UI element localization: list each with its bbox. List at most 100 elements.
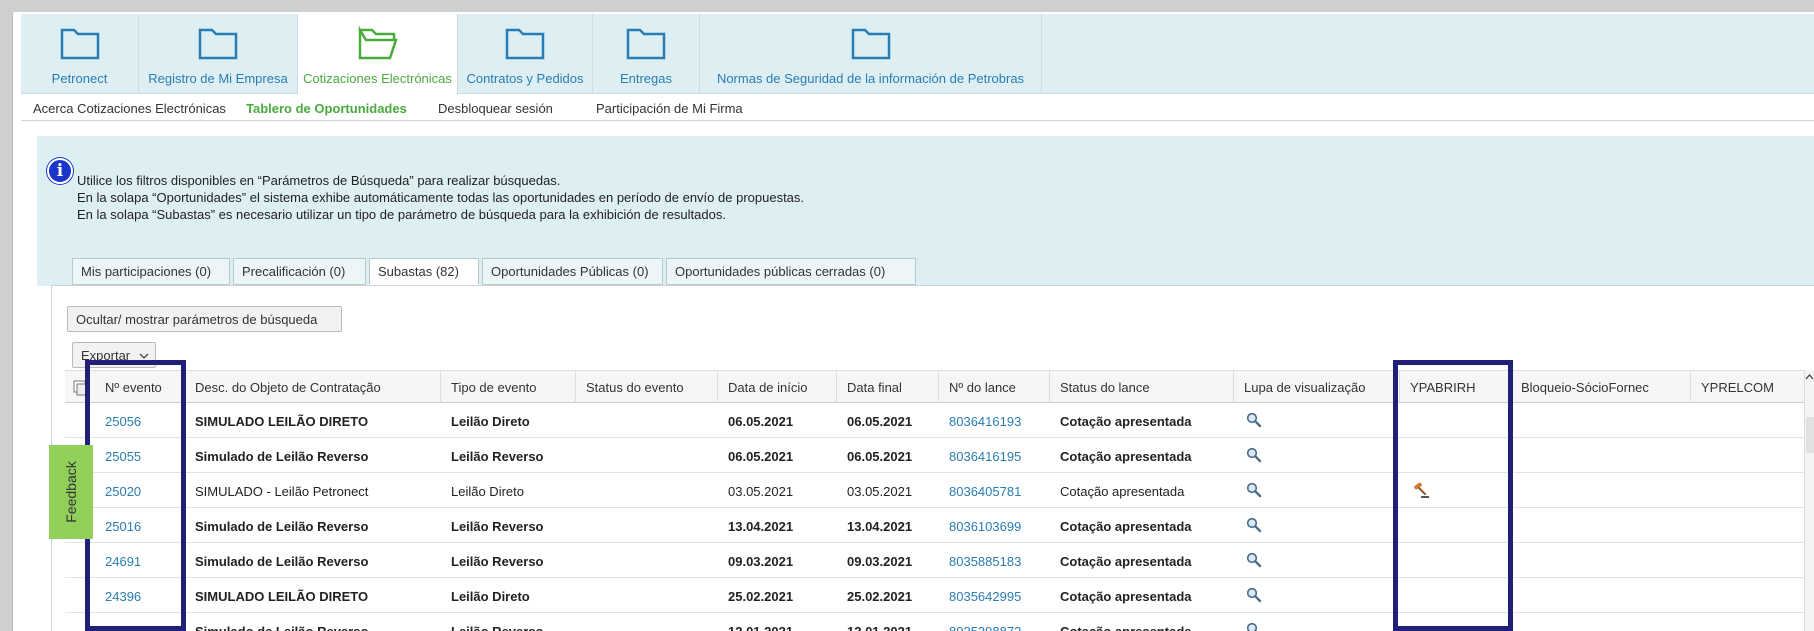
table-row[interactable]: 25056 SIMULADO LEILÃO DIRETO Leilão Direto… bbox=[65, 403, 1814, 438]
cell-lance[interactable]: 8036103699 bbox=[939, 508, 1021, 543]
nav-tab-registro[interactable]: Registro de Mi Empresa bbox=[139, 14, 298, 94]
info-text: Utilice los filtros disponibles en “Pará… bbox=[77, 172, 804, 223]
cell-inicio: 25.02.2021 bbox=[728, 589, 794, 604]
cell-desc: SIMULADO LEILÃO DIRETO bbox=[195, 589, 369, 604]
cell-desc: Simulado de Leilão Reverso bbox=[185, 613, 368, 631]
subnav-acerca[interactable]: Acerca Cotizaciones Electrónicas bbox=[33, 101, 226, 116]
cell-lance[interactable]: 8036405781 bbox=[939, 473, 1021, 508]
cell-inicio: 03.05.2021 bbox=[728, 484, 794, 499]
tab-oportunidades-cerradas[interactable]: Oportunidades públicas cerradas (0) bbox=[666, 258, 916, 285]
col-header-lance[interactable]: Nº do lance bbox=[939, 371, 1050, 404]
nav-tab-petronect[interactable]: Petronect bbox=[21, 14, 139, 94]
cell-status-lance: Cotação apresentada bbox=[1060, 484, 1185, 499]
magnifier-icon[interactable] bbox=[1246, 622, 1262, 631]
cell-desc: SIMULADO LEILÃO DIRETO bbox=[195, 414, 369, 429]
folder-icon bbox=[198, 28, 238, 60]
cell-inicio: 06.05.2021 bbox=[728, 449, 794, 464]
toggle-search-params-button[interactable]: Ocultar/ mostrar parámetros de búsqueda bbox=[67, 306, 342, 332]
tab-subastas[interactable]: Subastas (82) bbox=[369, 258, 479, 285]
magnifier-icon[interactable] bbox=[1246, 552, 1262, 568]
subnav-desbloquear[interactable]: Desbloquear sesión bbox=[438, 101, 553, 116]
cell-desc: Simulado de Leilão Reverso bbox=[195, 519, 369, 534]
cell-desc: Simulado de Leilão Reverso bbox=[195, 449, 369, 464]
table-row[interactable]: 25016 Simulado de Leilão Reverso Leilão Re… bbox=[65, 508, 1814, 543]
info-line: Utilice los filtros disponibles en “Pará… bbox=[77, 173, 561, 188]
nav-tab-label: Registro de Mi Empresa bbox=[148, 71, 288, 86]
cell-status-lance: Cotação apresentada bbox=[1050, 613, 1192, 631]
nav-tab-normas[interactable]: Normas de Seguridad de la información de… bbox=[700, 14, 1042, 94]
nav-tab-contratos[interactable]: Contratos y Pedidos bbox=[458, 14, 593, 94]
tab-mis-participaciones[interactable]: Mis participaciones (0) bbox=[72, 258, 230, 285]
cell-lance[interactable]: 8036416193 bbox=[939, 403, 1021, 438]
col-header-data-final[interactable]: Data final bbox=[837, 371, 939, 404]
nav-tab-cotizaciones[interactable]: Cotizaciones Electrónicas bbox=[298, 14, 458, 95]
app-frame: Petronect Registro de Mi Empresa Cotizac… bbox=[12, 12, 1814, 631]
cell-status-lance: Cotação apresentada bbox=[1060, 414, 1192, 429]
table-row[interactable]: 24396 SIMULADO LEILÃO DIRETO Leilão Direto… bbox=[65, 578, 1814, 613]
cell-status-evento bbox=[576, 403, 586, 438]
top-navigation: Petronect Registro de Mi Empresa Cotizac… bbox=[21, 14, 1814, 95]
col-header-status-lance[interactable]: Status do lance bbox=[1050, 371, 1234, 404]
cell-tipo: Leilão Direto bbox=[451, 484, 524, 499]
nav-tab-label: Normas de Seguridad de la información de… bbox=[716, 71, 1025, 86]
cell-tipo: Leilão Reverso bbox=[441, 613, 544, 631]
info-line: En la solapa “Oportunidades” el sistema … bbox=[77, 190, 805, 205]
tab-precalificacion[interactable]: Precalificación (0) bbox=[233, 258, 366, 285]
vertical-scrollbar[interactable] bbox=[1804, 370, 1814, 631]
table-header: Nº evento Desc. do Objeto de Contratação… bbox=[65, 370, 1814, 404]
magnifier-icon[interactable] bbox=[1246, 482, 1262, 498]
cell-final: 03.05.2021 bbox=[847, 484, 913, 499]
cell-desc: SIMULADO - Leilão Petronect bbox=[195, 484, 369, 499]
nav-tab-entregas[interactable]: Entregas bbox=[593, 14, 700, 94]
col-header-desc[interactable]: Desc. do Objeto de Contratação bbox=[185, 371, 441, 404]
cell-desc: Simulado de Leilão Reverso bbox=[195, 554, 369, 569]
cell-final: 06.05.2021 bbox=[847, 414, 913, 429]
folder-icon bbox=[851, 28, 890, 60]
col-header-bloqueio[interactable]: Bloqueio-SócioFornec bbox=[1511, 371, 1691, 404]
cell-lance[interactable]: 8035642995 bbox=[939, 578, 1021, 613]
sub-navigation: Acerca Cotizaciones Electrónicas Tablero… bbox=[21, 95, 1814, 121]
cell-tipo: Leilão Reverso bbox=[451, 554, 544, 569]
cell-inicio: 12.01.2021 bbox=[718, 613, 793, 631]
feedback-button[interactable]: Feedback bbox=[49, 445, 93, 539]
col-header-lupa[interactable]: Lupa de visualização bbox=[1234, 371, 1400, 404]
col-header-status-evento[interactable]: Status do evento bbox=[576, 371, 718, 404]
scroll-up-icon[interactable] bbox=[1805, 374, 1814, 380]
magnifier-icon[interactable] bbox=[1246, 412, 1262, 428]
col-header-tipo[interactable]: Tipo de evento bbox=[441, 371, 576, 404]
cell-status-evento bbox=[576, 543, 586, 578]
subnav-participacion[interactable]: Participación de Mi Firma bbox=[596, 101, 743, 116]
cell-inicio: 06.05.2021 bbox=[728, 414, 794, 429]
cell-tipo: Leilão Direto bbox=[451, 589, 530, 604]
cell-status-lance: Cotação apresentada bbox=[1060, 554, 1192, 569]
nav-tab-label: Entregas bbox=[619, 71, 673, 86]
table-row[interactable]: 25055 Simulado de Leilão Reverso Leilão Re… bbox=[65, 438, 1814, 473]
cell-lance[interactable]: 8036416195 bbox=[939, 438, 1021, 473]
magnifier-icon[interactable] bbox=[1246, 447, 1262, 463]
col-header-data-inicio[interactable]: Data de início bbox=[718, 371, 837, 404]
magnifier-icon[interactable] bbox=[1246, 587, 1262, 603]
tab-oportunidades-publicas[interactable]: Oportunidades Públicas (0) bbox=[482, 258, 663, 285]
table-row[interactable]: 25020 SIMULADO - Leilão Petronect Leilão D… bbox=[65, 473, 1814, 508]
info-icon: i bbox=[47, 158, 73, 184]
folder-icon bbox=[505, 28, 545, 60]
cell-status-evento bbox=[576, 508, 586, 543]
nav-tab-label: Contratos y Pedidos bbox=[466, 71, 584, 86]
open-folder-icon bbox=[358, 25, 398, 60]
folder-icon bbox=[60, 28, 99, 60]
scrollbar-thumb[interactable] bbox=[1806, 417, 1814, 453]
table-row[interactable]: 24213Simulado de Leilão ReversoLeilão Re… bbox=[65, 613, 1814, 631]
cell-lance[interactable]: 8035885183 bbox=[939, 543, 1021, 578]
cell-status-evento bbox=[576, 473, 586, 508]
col-header-yprelcom[interactable]: YPRELCOM bbox=[1691, 371, 1814, 404]
cell-status-lance: Cotação apresentada bbox=[1060, 589, 1192, 604]
cell-lance[interactable]: 8035398872 bbox=[939, 613, 1021, 631]
nav-tab-label: Cotizaciones Electrónicas bbox=[303, 71, 452, 86]
info-line: En la solapa “Subastas” es necesario uti… bbox=[77, 207, 726, 222]
table-row[interactable]: 24691 Simulado de Leilão Reverso Leilão Re… bbox=[65, 543, 1814, 578]
subnav-tablero[interactable]: Tablero de Oportunidades bbox=[246, 101, 407, 116]
cell-final: 25.02.2021 bbox=[847, 589, 913, 604]
magnifier-icon[interactable] bbox=[1246, 517, 1262, 533]
cell-inicio: 09.03.2021 bbox=[728, 554, 794, 569]
cell-tipo: Leilão Reverso bbox=[451, 519, 544, 534]
